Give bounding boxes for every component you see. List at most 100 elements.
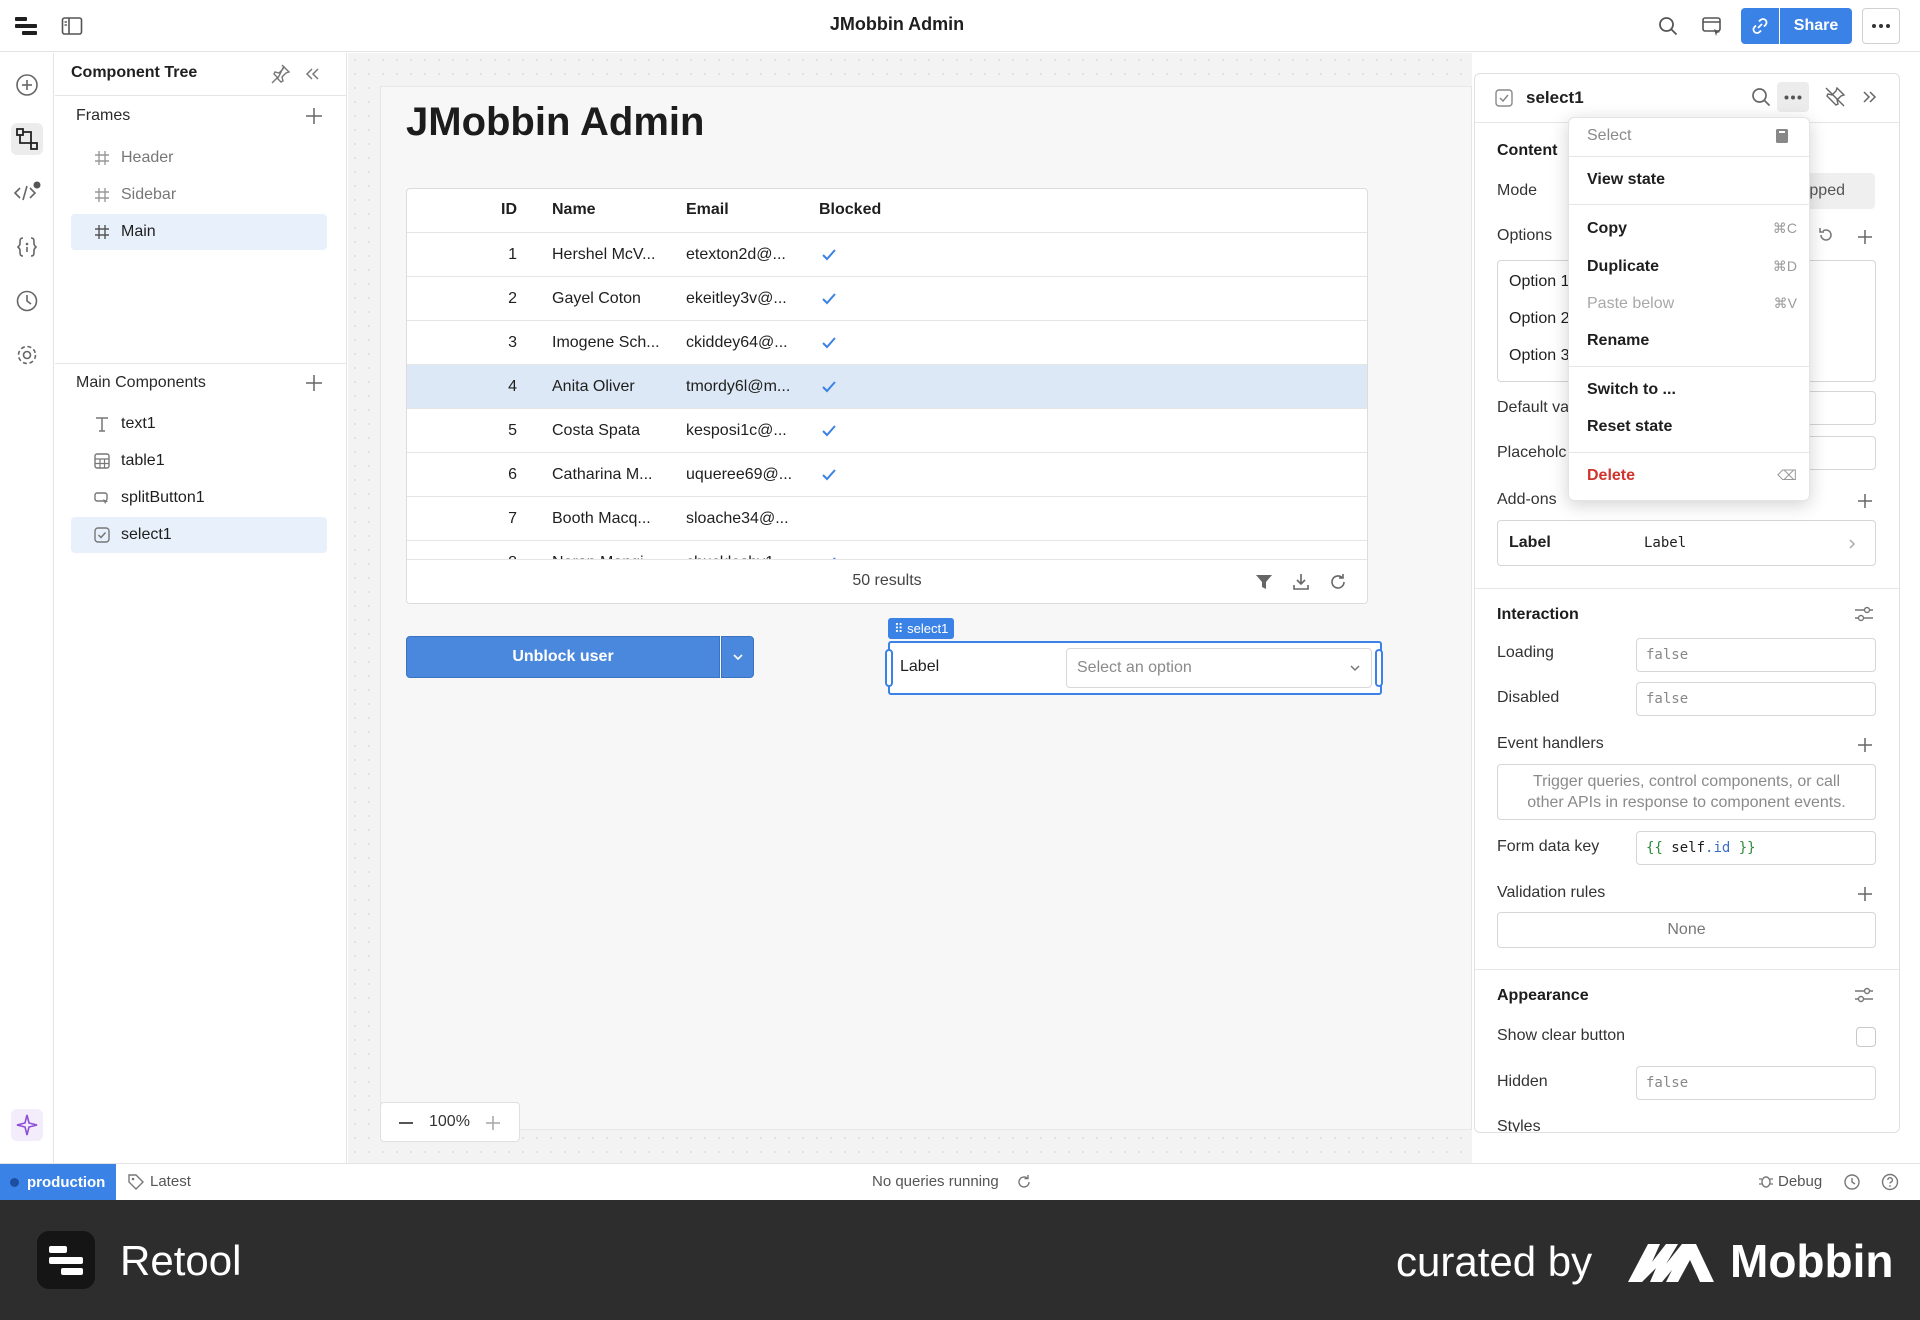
share-button[interactable]: Share: [1780, 8, 1852, 44]
history-icon[interactable]: [11, 285, 43, 317]
table-row[interactable]: 2 Gayel Coton ekeitley3v@...: [407, 277, 1367, 321]
option-item[interactable]: Option 1: [1509, 273, 1569, 291]
zoom-in-icon[interactable]: [485, 1115, 501, 1131]
zoom-out-icon[interactable]: [399, 1122, 413, 1124]
expand-panel-icon[interactable]: [1861, 88, 1879, 106]
menu-item-rename[interactable]: Rename: [1587, 332, 1797, 350]
menu-item-reset-state[interactable]: Reset state: [1587, 418, 1797, 436]
table-row[interactable]: 7 Booth Macq... sloache34@...: [407, 497, 1367, 541]
unpin-icon[interactable]: [1824, 86, 1846, 108]
ai-assist-icon[interactable]: [11, 1109, 43, 1141]
code-icon[interactable]: [11, 177, 43, 209]
appearance-section-title[interactable]: Appearance: [1497, 987, 1589, 1005]
menu-item-duplicate[interactable]: Duplicate ⌘D: [1587, 258, 1797, 276]
settings-gear-icon[interactable]: [11, 339, 43, 371]
debug-button[interactable]: Debug: [1778, 1173, 1822, 1190]
option-item[interactable]: Option 3: [1509, 347, 1569, 365]
help-icon[interactable]: [1881, 1173, 1899, 1191]
disabled-input[interactable]: false: [1636, 682, 1876, 716]
selected-component-tag[interactable]: ⠿ select1: [888, 618, 955, 639]
table-row[interactable]: 3 Imogene Sch... ckiddey64@...: [407, 321, 1367, 365]
users-table[interactable]: ID Name Email Blocked 1 Hershel McV... ete…: [406, 188, 1368, 604]
unblock-user-button[interactable]: Unblock user: [406, 636, 720, 678]
loading-input[interactable]: false: [1636, 638, 1876, 672]
reset-icon[interactable]: [1817, 226, 1835, 244]
add-frame-icon[interactable]: [305, 107, 323, 125]
frame-item-sidebar[interactable]: Sidebar: [71, 177, 327, 213]
add-validation-rule-icon[interactable]: [1855, 884, 1875, 904]
pin-icon[interactable]: [269, 63, 291, 85]
tree-item-select1[interactable]: select1: [71, 517, 327, 553]
more-options-button[interactable]: [1862, 8, 1900, 44]
filter-icon[interactable]: [1255, 573, 1273, 591]
frame-item-main[interactable]: Main: [71, 214, 327, 250]
tree-item-text1[interactable]: text1: [71, 406, 327, 442]
inspector-component-name[interactable]: select1: [1526, 88, 1584, 108]
results-count: 50 results: [852, 572, 922, 589]
column-header-id[interactable]: ID: [467, 189, 517, 233]
frame-hash-icon: [93, 149, 111, 167]
option-item[interactable]: Option 2: [1509, 310, 1569, 328]
select-component-select1[interactable]: Label Select an option: [885, 641, 1383, 695]
environment-badge[interactable]: production: [0, 1164, 116, 1201]
split-dropdown-button[interactable]: [721, 636, 754, 678]
add-component-plus-icon[interactable]: [305, 374, 323, 392]
sync-icon[interactable]: [1016, 1174, 1032, 1190]
collapse-panel-icon[interactable]: [303, 65, 321, 83]
show-clear-button-checkbox[interactable]: [1856, 1027, 1876, 1047]
refresh-icon[interactable]: [1329, 573, 1347, 591]
menu-item-paste-below[interactable]: Paste below ⌘V: [1587, 295, 1797, 313]
menu-item-shortcut: ⌘D: [1772, 258, 1797, 274]
divider: [1569, 366, 1811, 367]
more-actions-button[interactable]: [1777, 82, 1809, 112]
section-settings-icon[interactable]: [1854, 986, 1874, 1004]
cell-name: Anita Oliver: [552, 378, 635, 395]
tree-item-splitbutton1[interactable]: splitButton1: [71, 480, 327, 516]
section-settings-icon[interactable]: [1854, 605, 1874, 623]
interaction-section-title[interactable]: Interaction: [1497, 606, 1579, 624]
validation-rules-empty[interactable]: None: [1497, 912, 1876, 948]
cell-id: 6: [508, 466, 517, 483]
history-icon[interactable]: [1843, 1173, 1861, 1191]
select-dropdown[interactable]: Select an option: [1066, 648, 1372, 688]
table-row[interactable]: 5 Costa Spata kesposi1c@...: [407, 409, 1367, 453]
search-icon[interactable]: [1750, 86, 1772, 108]
frame-item-header[interactable]: Header: [71, 140, 327, 176]
column-header-email[interactable]: Email: [686, 189, 729, 233]
cell-name: Catharina M...: [552, 466, 653, 483]
table-row[interactable]: 1 Hershel McV... etexton2d@...: [407, 233, 1367, 277]
drag-handle-icon[interactable]: ⠿: [894, 621, 904, 636]
content-section-title[interactable]: Content: [1497, 142, 1557, 160]
menu-item-switch-to[interactable]: Switch to ...: [1587, 381, 1797, 399]
menu-item-copy[interactable]: Copy ⌘C: [1587, 220, 1797, 238]
addon-label-row[interactable]: Label Label: [1497, 520, 1876, 566]
add-addon-icon[interactable]: [1855, 491, 1875, 511]
hidden-input[interactable]: false: [1636, 1066, 1876, 1100]
docs-book-icon[interactable]: [1775, 128, 1789, 144]
component-tree-icon[interactable]: [11, 123, 43, 155]
add-option-icon[interactable]: [1855, 227, 1875, 247]
column-header-name[interactable]: Name: [552, 189, 596, 233]
add-component-icon[interactable]: [11, 69, 43, 101]
menu-item-view-state[interactable]: View state: [1587, 171, 1797, 189]
copy-link-button[interactable]: [1741, 8, 1779, 44]
state-icon[interactable]: [11, 231, 43, 263]
column-header-blocked[interactable]: Blocked: [819, 189, 881, 233]
table-row[interactable]: 4 Anita Oliver tmordy6l@m...: [407, 365, 1367, 409]
add-event-handler-icon[interactable]: [1855, 735, 1875, 755]
cell-name: Costa Spata: [552, 422, 641, 439]
form-data-key-input[interactable]: {{ self.id }}: [1636, 831, 1876, 865]
resize-handle-left[interactable]: [885, 649, 893, 687]
tree-item-table1[interactable]: table1: [71, 443, 327, 479]
loading-label: Loading: [1497, 644, 1554, 661]
menu-item-delete[interactable]: Delete ⌫: [1587, 467, 1797, 485]
download-icon[interactable]: [1292, 573, 1310, 591]
search-icon[interactable]: [1654, 12, 1682, 40]
divider: [1569, 452, 1811, 453]
page-title-text1[interactable]: JMobbin Admin: [406, 100, 704, 145]
resize-handle-right[interactable]: [1375, 649, 1383, 687]
table-row[interactable]: 6 Catharina M... uqueree69@...: [407, 453, 1367, 497]
release-version[interactable]: Latest: [150, 1173, 191, 1190]
preview-icon[interactable]: [1698, 12, 1726, 40]
menu-item-label: Copy: [1587, 220, 1627, 237]
